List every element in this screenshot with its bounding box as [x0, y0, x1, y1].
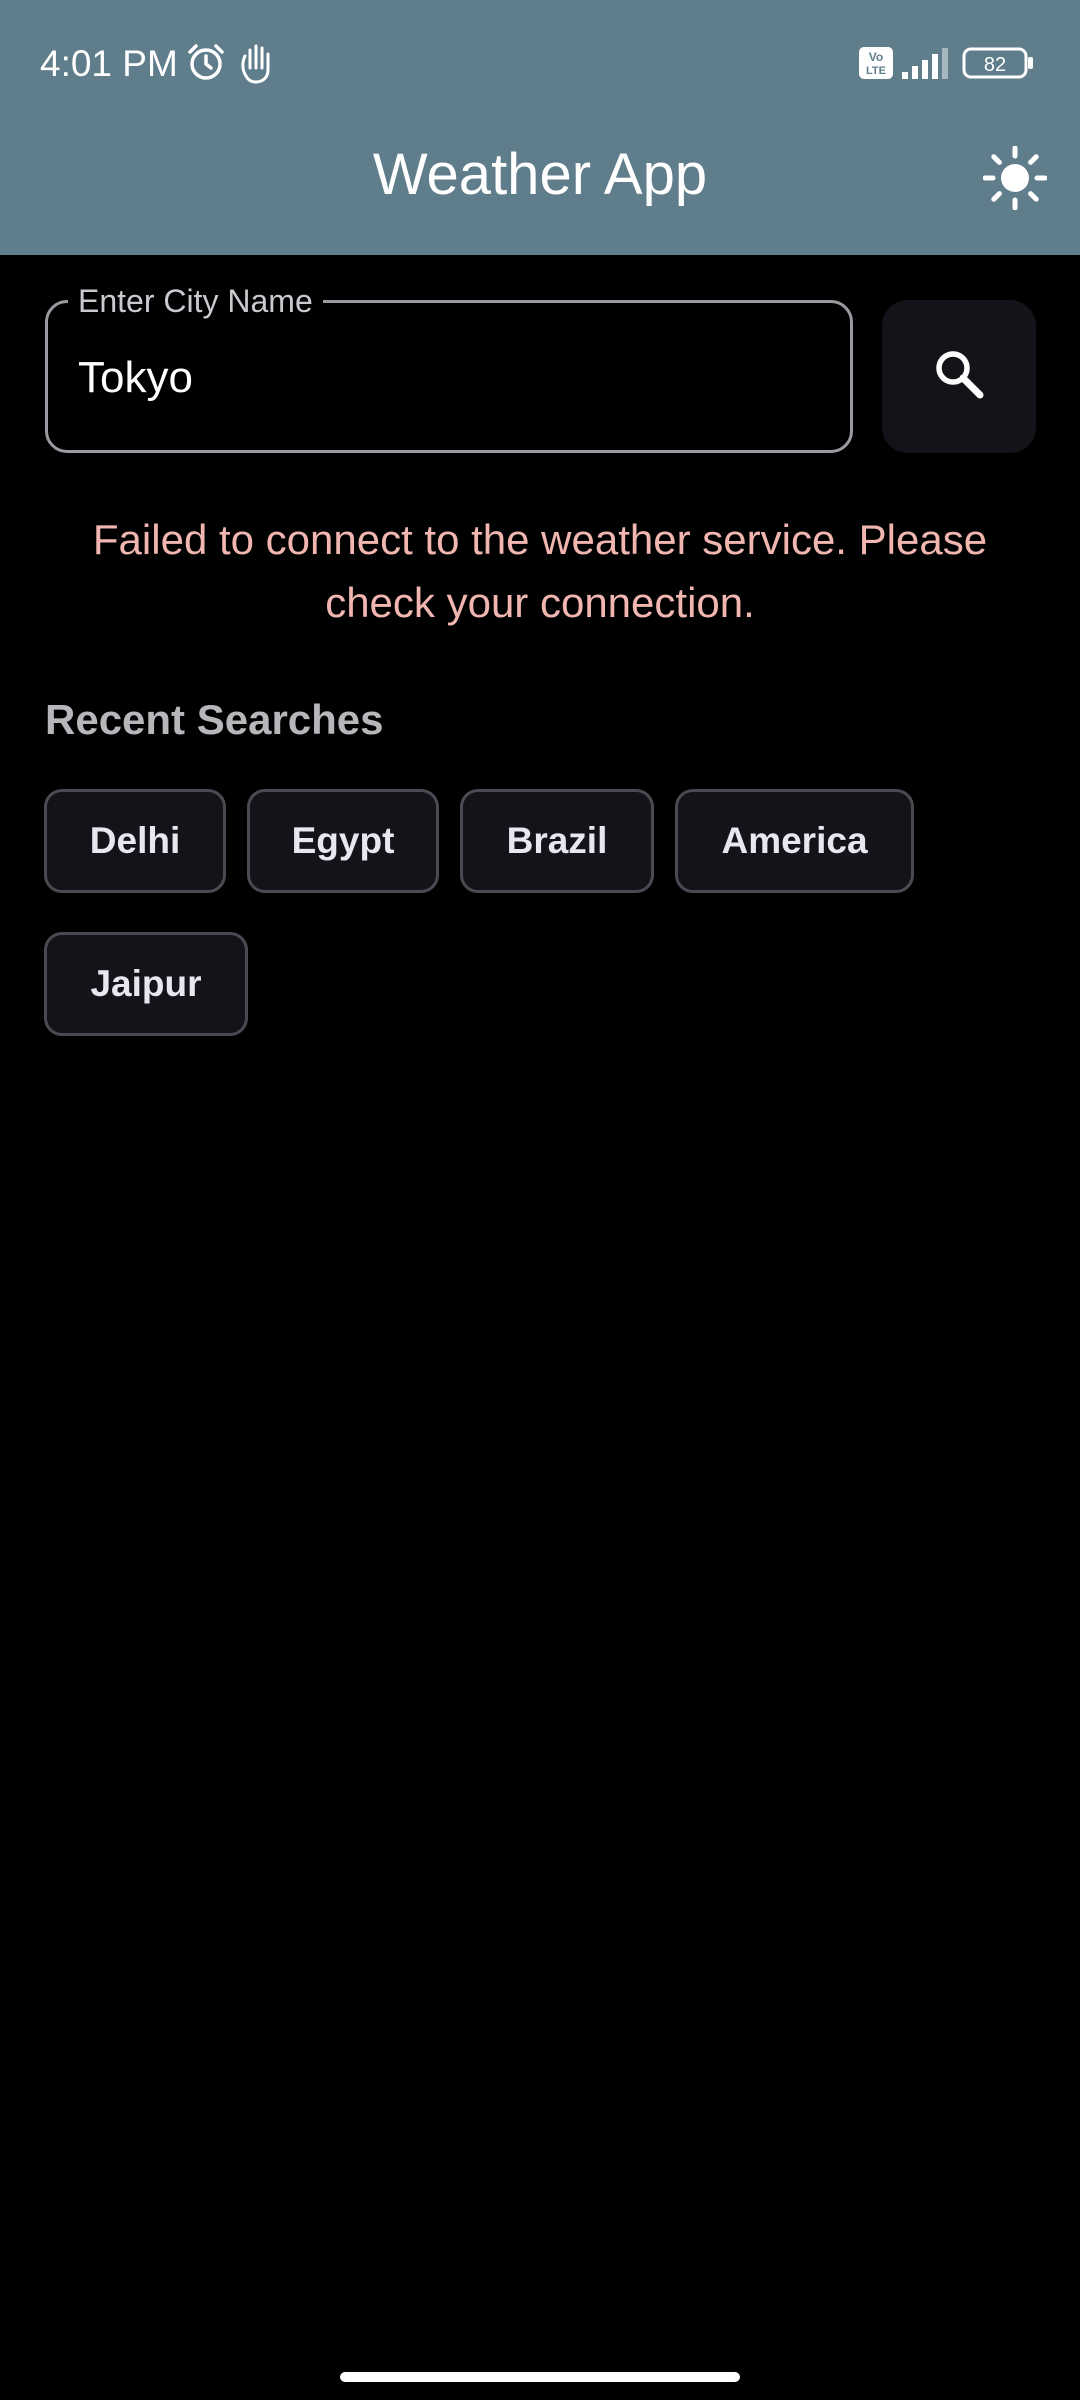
header: 4:01 PM Vo LTE 82 Weather App — [0, 0, 1080, 255]
sun-icon — [982, 145, 1048, 215]
status-time: 4:01 PM — [40, 43, 178, 84]
alarm-icon — [184, 40, 228, 84]
battery-icon: 82 — [962, 46, 1036, 80]
city-name-field[interactable]: Enter City Name — [45, 281, 853, 453]
city-name-label: Enter City Name — [68, 281, 323, 321]
recent-search-chip[interactable]: Delhi — [44, 789, 226, 893]
screen: 4:01 PM Vo LTE 82 Weather App Enter City… — [0, 0, 1080, 2400]
app-title: Weather App — [372, 142, 708, 207]
recent-search-chip[interactable]: Egypt — [247, 789, 439, 893]
home-indicator[interactable] — [340, 2372, 740, 2382]
recent-searches-title: Recent Searches — [45, 696, 384, 743]
city-name-input[interactable] — [78, 343, 818, 413]
battery-level: 82 — [984, 54, 1006, 76]
recent-search-chip[interactable]: Brazil — [460, 789, 654, 893]
volte-icon: Vo LTE — [858, 46, 894, 80]
error-message: Failed to connect to the weather service… — [92, 516, 988, 626]
theme-toggle-button[interactable] — [975, 145, 1055, 215]
signal-icon — [900, 46, 952, 80]
search-button[interactable] — [882, 300, 1036, 453]
gesture-icon — [236, 40, 276, 84]
svg-text:Vo: Vo — [869, 50, 883, 64]
svg-text:LTE: LTE — [866, 65, 886, 77]
status-bar: 4:01 PM Vo LTE 82 — [0, 0, 1080, 128]
recent-search-chip[interactable]: Jaipur — [44, 932, 248, 1036]
recent-search-chip[interactable]: America — [675, 789, 914, 893]
search-icon — [931, 346, 987, 407]
